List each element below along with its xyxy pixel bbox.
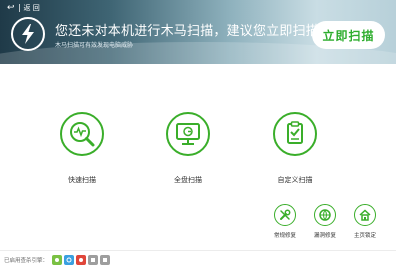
back-label: 返 回 <box>23 4 40 12</box>
page-headline: 您还未对本机进行木马扫描，建议您立即扫描 <box>55 24 320 39</box>
header-banner: ↩ 返 回 您还未对本机进行木马扫描，建议您立即扫描 木马扫描可有效发现电脑威胁… <box>0 0 396 64</box>
quick-scan-button[interactable] <box>60 112 104 156</box>
quick-scan-icon <box>70 122 95 147</box>
quick-scan-label: 快速扫描 <box>68 176 96 184</box>
footer-bar: 已启用查杀引擎： <box>0 250 396 269</box>
page-subline: 木马扫描可有效发现电脑威胁 <box>55 42 134 49</box>
homepage-lock-label: 主页锁定 <box>353 233 376 239</box>
engine-5-icon[interactable] <box>100 255 110 265</box>
full-scan-icon <box>176 123 200 145</box>
back-button[interactable]: ↩ 返 回 <box>3 2 44 14</box>
engines-label: 已启用查杀引擎： <box>4 258 49 264</box>
vulnerability-repair-button[interactable] <box>314 204 336 226</box>
custom-scan-label: 自定义扫描 <box>277 176 313 184</box>
custom-scan-icon <box>287 121 303 144</box>
wrench-icon <box>280 209 291 220</box>
engine-2-icon[interactable] <box>64 255 74 265</box>
engine-3-icon[interactable] <box>76 255 86 265</box>
globe-repair-icon <box>319 209 331 221</box>
engine-4-icon[interactable] <box>88 255 98 265</box>
lightning-icon <box>11 17 45 51</box>
vulnerability-repair-label: 漏洞修复 <box>313 233 336 239</box>
back-arrow-icon: ↩ <box>7 2 15 13</box>
custom-scan-button[interactable] <box>273 112 317 156</box>
homepage-lock-button[interactable] <box>354 204 376 226</box>
full-scan-label: 全盘扫描 <box>174 176 202 184</box>
engine-1-icon[interactable] <box>52 255 62 265</box>
routine-repair-label: 常规修复 <box>273 233 296 239</box>
routine-repair-button[interactable] <box>274 204 296 226</box>
full-scan-button[interactable] <box>166 112 210 156</box>
scan-now-button[interactable]: 立即扫描 <box>312 21 385 49</box>
home-lock-icon <box>359 209 371 221</box>
divider <box>18 4 20 12</box>
